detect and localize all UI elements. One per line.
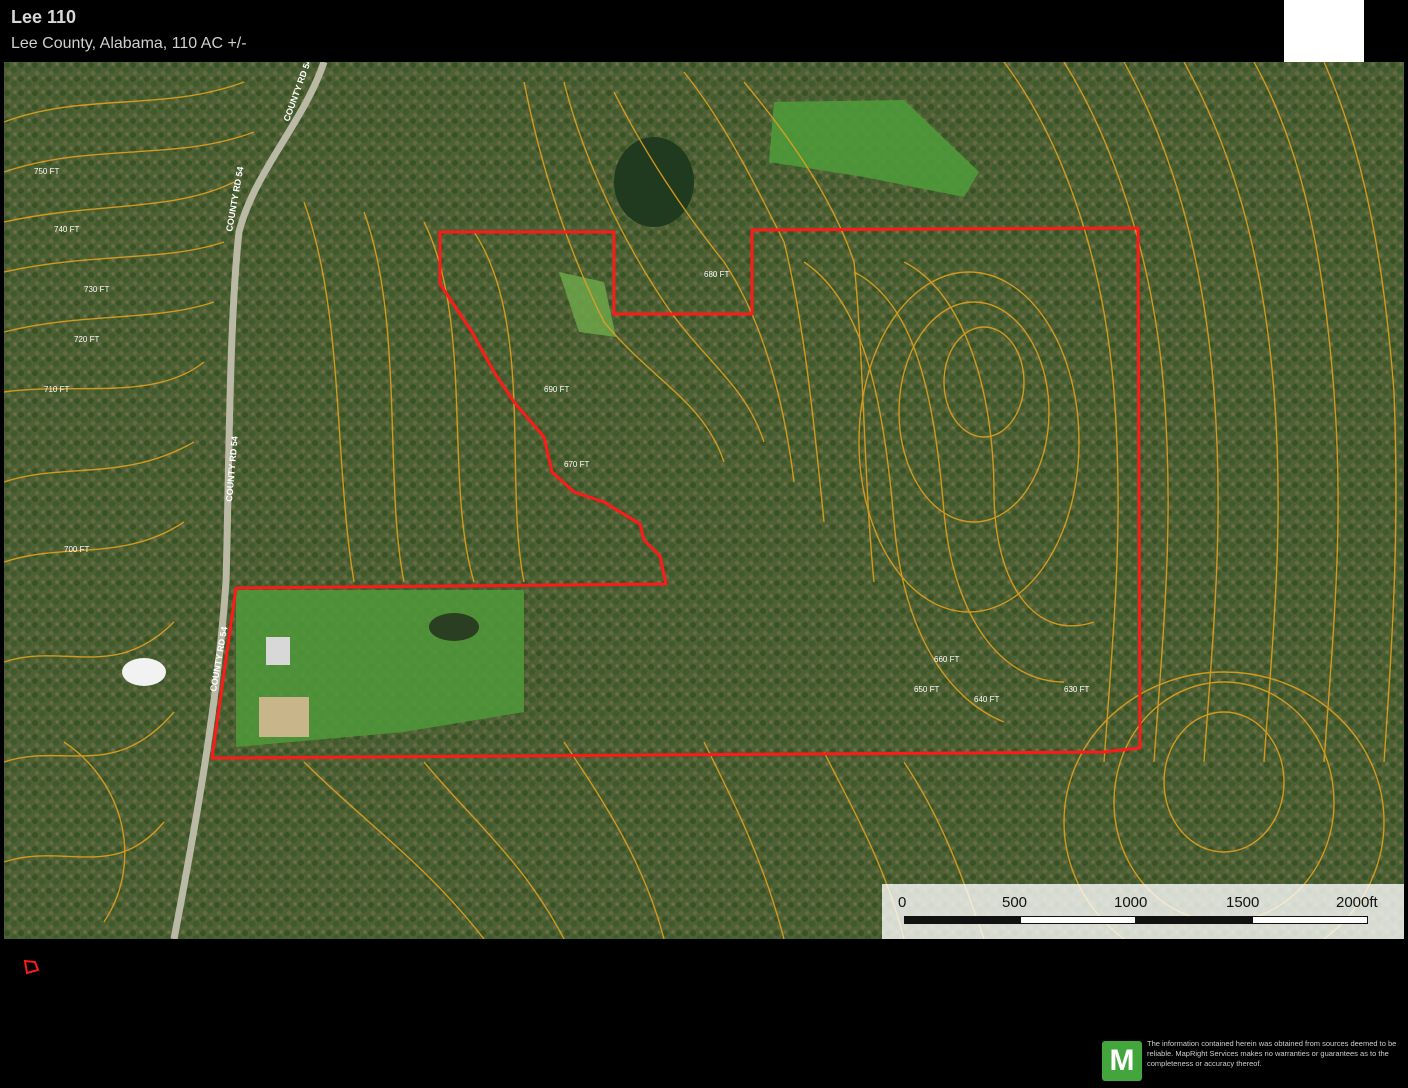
map-title: Lee 110 [11,7,77,27]
map-canvas: 750 FT 740 FT 730 FT 720 FT 710 FT 700 F… [4,62,1404,939]
contour-label: 690 FT [544,385,569,394]
logo-placeholder [1284,0,1364,62]
contour-label: 670 FT [564,460,589,469]
contour-label: 640 FT [974,695,999,704]
disclaimer-text: The information contained herein was obt… [1147,1039,1397,1068]
scale-label: 1000 [1114,894,1148,911]
contour-label: 680 FT [704,270,729,279]
contour-label: 740 FT [54,225,79,234]
contour-label: 720 FT [74,335,99,344]
scale-label: 500 [1002,894,1028,911]
scale-segment [904,916,1020,924]
contour-label: 660 FT [934,655,959,664]
scale-label: 0 [898,894,907,911]
contour-label: 700 FT [64,545,89,554]
mapright-logo: M [1102,1041,1142,1081]
contour-label: 730 FT [84,285,109,294]
aerial-map[interactable]: 750 FT 740 FT 730 FT 720 FT 710 FT 700 F… [4,62,1404,939]
header: Lee 110 Lee County, Alabama, 110 AC +/- [0,0,1408,62]
scale-segment [1136,916,1252,924]
scale-label: 1500 [1226,894,1260,911]
scale-bar: 0 500 1000 1500 2000ft [882,884,1404,939]
contour-label: 750 FT [34,167,59,176]
contour-label: 650 FT [914,685,939,694]
boundary-legend-icon [23,959,40,975]
scale-segment [1252,916,1368,924]
scale-label: 2000ft [1336,894,1378,911]
contour-label: 710 FT [44,385,69,394]
scale-segment [1020,916,1136,924]
map-subtitle: Lee County, Alabama, 110 AC +/- [11,35,247,52]
contour-label: 630 FT [1064,685,1089,694]
